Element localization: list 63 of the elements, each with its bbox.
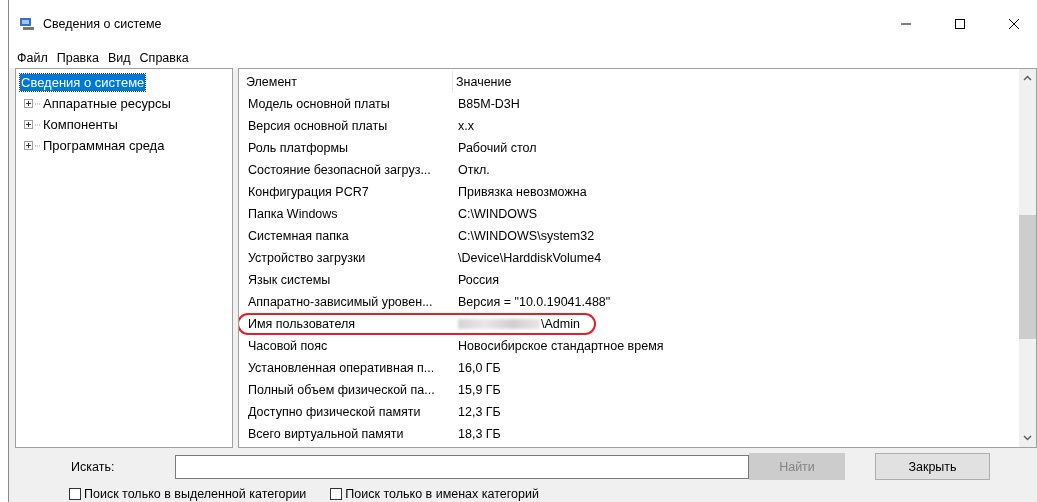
- table-cell-text: Имя пользователя: [247, 317, 356, 331]
- table-cell-text: Папка Windows: [247, 207, 339, 221]
- table-cell-text: Новосибирское стандартное время: [457, 339, 664, 353]
- table-cell-text: Устройство загрузки: [247, 251, 367, 265]
- menu-item[interactable]: Файл: [17, 51, 48, 65]
- tree-item[interactable]: Аппаратные ресурсы: [42, 95, 172, 112]
- window-title: Сведения о системе: [43, 17, 163, 31]
- close-dialog-button[interactable]: Закрыть: [875, 453, 990, 480]
- table-cell-text: C:\WINDOWS: [457, 207, 538, 221]
- tree-item[interactable]: Сведения о системе: [20, 74, 146, 91]
- search-field[interactable]: [175, 454, 749, 479]
- table-cell-text: B85M-D3H: [457, 97, 520, 111]
- close-icon: [1009, 19, 1019, 29]
- table-cell-text: Часовой пояс: [247, 339, 329, 353]
- search-label: Искать:: [70, 459, 116, 474]
- menu-item[interactable]: Правка: [56, 51, 99, 65]
- checkbox[interactable]: [330, 488, 343, 500]
- tree-item[interactable]: Компоненты: [42, 116, 119, 133]
- table-cell-text: 16,0 ГБ: [457, 361, 501, 375]
- table-cell-text: Рабочий стол: [457, 141, 537, 155]
- table-cell-text: Аппаратно-зависимый уровен...: [247, 295, 434, 309]
- tree-connector-icon: [35, 144, 40, 147]
- table-cell-text: C:\WINDOWS\system32: [457, 229, 595, 243]
- table-cell-text: x.x: [457, 119, 474, 133]
- table-cell-text: Роль платформы: [247, 141, 349, 155]
- table-cell-text: Откл.: [457, 163, 490, 177]
- option-label[interactable]: Поиск только в именах категорий: [330, 487, 539, 501]
- table-cell-text: \Device\HarddiskVolume4: [457, 251, 602, 265]
- scroll-down-icon[interactable]: [1023, 435, 1032, 441]
- column-header[interactable]: Значение: [453, 71, 1019, 93]
- option-label[interactable]: Поиск только в выделенной категории: [69, 487, 307, 501]
- tree-connector-icon: [35, 123, 40, 126]
- table-cell-text: Модель основной платы: [247, 97, 391, 111]
- table-cell-text: Состояние безопасной загруз...: [247, 163, 432, 177]
- expand-icon[interactable]: [24, 99, 33, 108]
- tree-item[interactable]: Программная среда: [42, 137, 166, 154]
- table-cell-text: Россия: [457, 273, 499, 287]
- scrollbar[interactable]: [1019, 69, 1036, 447]
- table-cell-text: Язык системы: [247, 273, 332, 287]
- maximize-icon: [955, 19, 965, 29]
- table-cell-text: 18,3 ГБ: [457, 427, 501, 441]
- table-cell-text: 12,3 ГБ: [457, 405, 501, 419]
- computer-info-icon: [19, 17, 35, 31]
- menu-item[interactable]: Вид: [107, 51, 131, 65]
- table-cell-text: Полный объем физической па...: [247, 383, 436, 397]
- table-cell: \Admin: [455, 317, 580, 331]
- table-cell-text: Версия основной платы: [247, 119, 389, 133]
- table-cell-text: Всего виртуальной памяти: [247, 427, 405, 441]
- table-cell-text: Системная папка: [247, 229, 350, 243]
- checkbox[interactable]: [69, 488, 81, 500]
- table-cell-text: Доступно физической памяти: [247, 405, 422, 419]
- expand-icon[interactable]: [24, 141, 33, 150]
- scroll-up-icon[interactable]: [1023, 75, 1032, 81]
- table-cell-text: 15,9 ГБ: [457, 383, 501, 397]
- table-cell-text: Версия = "10.0.19041.488": [457, 295, 611, 309]
- table-cell-text: Установленная оперативная п...: [247, 361, 436, 375]
- tree-connector-icon: [35, 102, 40, 105]
- table-cell-text: Привязка невозможна: [457, 185, 587, 199]
- scrollbar-thumb[interactable]: [1019, 215, 1036, 339]
- table-cell-text: Конфигурация PCR7: [247, 185, 370, 199]
- menu-item[interactable]: Справка: [139, 51, 189, 65]
- column-header[interactable]: Элемент: [243, 71, 453, 93]
- expand-icon[interactable]: [24, 120, 33, 129]
